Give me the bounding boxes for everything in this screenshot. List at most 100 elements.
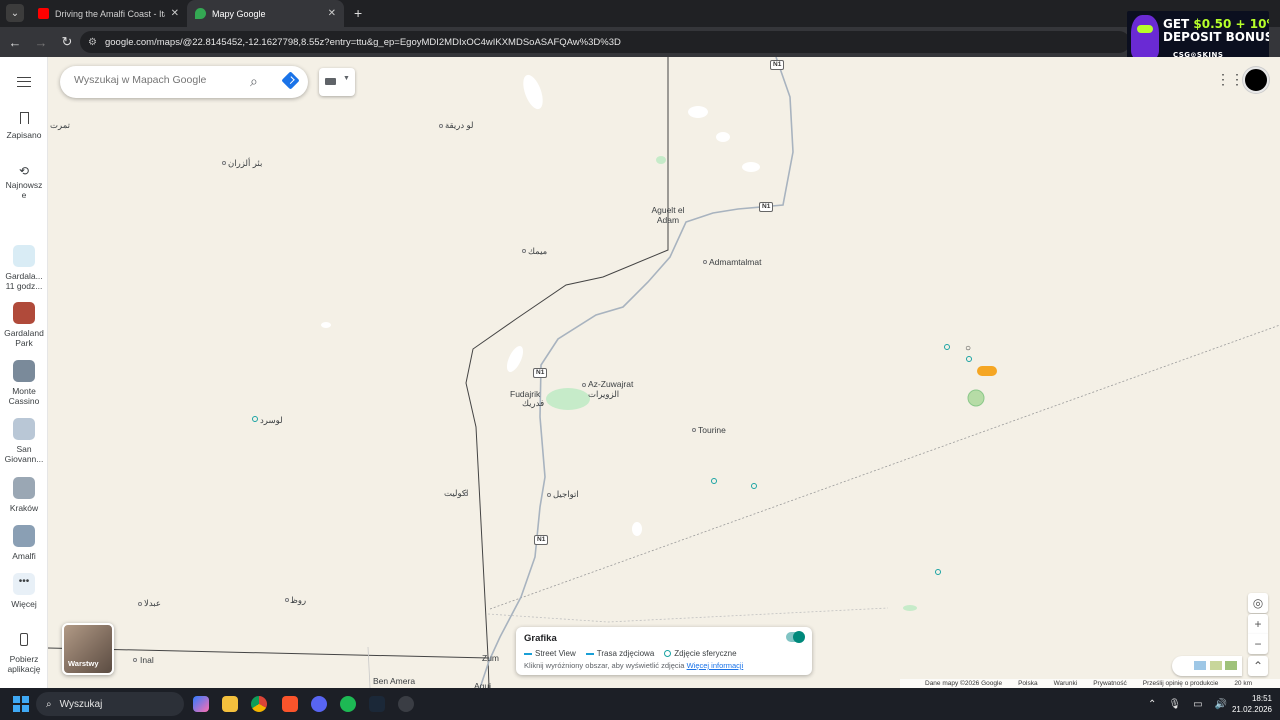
photo-sphere-dot[interactable] [935,569,941,575]
place-label[interactable]: Aguelt el Adam [651,205,685,225]
traffic-thumb[interactable] [1225,661,1237,670]
discord-icon[interactable] [311,696,327,712]
site-info-icon[interactable]: ⚙ [88,37,97,48]
close-icon[interactable]: ✕ [171,8,179,19]
place-label[interactable]: Admamtalmat [709,257,761,267]
tab-youtube[interactable]: Driving the Amalfi Coast - Italy ✕ [30,0,187,27]
place-label[interactable]: بئر ألزران [228,158,262,169]
place-label[interactable]: ميمك [528,246,547,257]
menu-icon[interactable] [17,77,31,87]
pegman-icon[interactable] [977,366,997,376]
place-label[interactable]: روظ [290,595,306,606]
place-label[interactable]: عبدلا [144,598,161,609]
rail-recent-item[interactable]: Amalfi [0,525,48,561]
terrain-thumb[interactable] [1210,661,1222,670]
windows-start-icon[interactable] [13,696,29,712]
steam-icon[interactable] [369,696,385,712]
spotify-icon[interactable] [340,696,356,712]
directions-icon[interactable] [281,71,300,90]
layers-button[interactable]: Warstwy [62,623,114,675]
close-icon[interactable]: ✕ [328,8,336,19]
chevron-up-icon[interactable]: ⌃ [1148,699,1156,710]
recent-label: Najnowsze [5,180,43,200]
recent-button[interactable]: ⟲ Najnowsze [0,165,48,200]
rail-recent-item[interactable]: Gardala... 11 godz... [0,245,48,291]
place-dot [703,260,707,264]
map-view-options[interactable] [1172,656,1242,676]
back-icon[interactable]: ← [4,35,26,50]
rail-recent-item[interactable]: San Giovann... [0,418,48,464]
rail-item-label: San Giovann... [4,444,44,464]
tab-google-maps[interactable]: Mapy Google ✕ [187,0,344,27]
rail-item-label: Amalfi [12,551,36,561]
tab-search-button[interactable]: ⌄ [6,4,24,22]
more-button[interactable]: ••• Więcej [0,573,48,609]
microphone-icon[interactable]: 🎙 [1168,699,1181,710]
place-label[interactable]: Az-Zuwajrat [588,379,633,389]
scale-label[interactable]: 20 km [1234,680,1252,687]
reload-icon[interactable]: ↻ [56,34,78,50]
search-icon[interactable]: ⌕ [250,73,258,90]
taskbar: ⌕ Wyszukaj ⌃ 🎙 ▭ 🔊 18:51 21.02.2026 [0,688,1280,720]
place-dot [285,598,289,602]
footer-privacy-link[interactable]: Prywatność [1093,680,1127,687]
place-label[interactable]: Inal [140,655,154,665]
search-input[interactable] [74,74,234,86]
tab-title: Mapy Google [212,8,266,19]
network-icon[interactable]: ▭ [1193,699,1202,710]
photo-sphere-dot[interactable] [944,344,950,350]
place-label[interactable]: لوسرد [260,415,283,426]
rail-recent-item[interactable]: Monte Cassino [0,360,48,406]
place-thumbnail [13,525,35,547]
rail-item-label: Monte Cassino [8,386,40,406]
place-label[interactable]: لو دريقة [445,120,473,131]
apps-grid-icon[interactable]: ⋮⋮ [1216,72,1244,86]
get-app-button[interactable]: Pobierz aplikację [0,633,48,674]
photo-sphere-dot[interactable] [966,356,972,362]
expand-icon[interactable]: ⌃ [1248,656,1268,676]
ad-banner[interactable]: GET $0.50 + 10% DEPOSIT BONUS CSG⊙SKINS [1127,11,1269,63]
my-location-button[interactable]: ◎ [1248,593,1268,613]
copilot-icon[interactable] [193,696,209,712]
clock[interactable]: 18:51 21.02.2026 [1222,693,1272,715]
address-bar[interactable]: ⚙ google.com/maps/@22.8145452,-12.162779… [80,31,1130,53]
photo-sphere-dot[interactable] [751,483,757,489]
place-label[interactable]: Ben Amera [373,676,415,686]
app-icon[interactable] [398,696,414,712]
more-info-link[interactable]: Więcej informacji [687,661,744,670]
zoom-out-button[interactable]: − [1248,634,1268,654]
search-icon: ⌕ [46,698,52,710]
imagery-toggle[interactable] [786,631,805,643]
place-label[interactable]: Tourine [698,425,726,435]
footer-feedback-link[interactable]: Prześlij opinię o produkcie [1143,680,1219,687]
footer-country-link[interactable]: Polska [1018,680,1038,687]
photo-sphere-dot[interactable] [252,416,258,422]
map-data-credit: Dane mapy ©2026 Google [925,680,1003,687]
place-label[interactable]: تمرت [50,120,70,131]
rail-recent-item[interactable]: Gardaland Park [0,302,48,348]
forward-icon[interactable]: → [30,35,52,50]
footer-terms-link[interactable]: Warunki [1054,680,1078,687]
youtube-icon [38,8,49,19]
legend: Street View Trasa zdjęciowa Zdjęcie sfer… [524,649,804,658]
zoom-in-button[interactable]: + [1248,614,1268,634]
place-label[interactable]: Zum [482,653,499,663]
place-label[interactable]: اتواجيل [553,489,579,500]
rail-item-label: Gardaland Park [4,328,44,348]
taskbar-search[interactable]: ⌕ Wyszukaj [36,692,184,716]
avatar[interactable] [1243,67,1269,93]
satellite-thumb[interactable] [1194,661,1206,670]
road-shield: N1 [759,202,774,212]
brave-icon[interactable] [282,696,298,712]
map-type-chip[interactable]: ▼ [319,68,355,96]
url-text: google.com/maps/@22.8145452,-12.1627798,… [104,36,621,48]
file-explorer-icon[interactable] [222,696,238,712]
tab-strip: ⌄ Driving the Amalfi Coast - Italy ✕ Map… [0,0,1280,27]
photo-sphere-dot[interactable] [711,478,717,484]
get-app-label: Pobierz aplikację [7,654,41,674]
rail-recent-item[interactable]: Kraków [0,477,48,513]
chrome-icon[interactable] [251,696,267,712]
new-tab-button[interactable]: + [354,5,362,21]
saved-button[interactable]: Zapisano [0,112,48,140]
map-canvas[interactable] [48,57,1280,688]
